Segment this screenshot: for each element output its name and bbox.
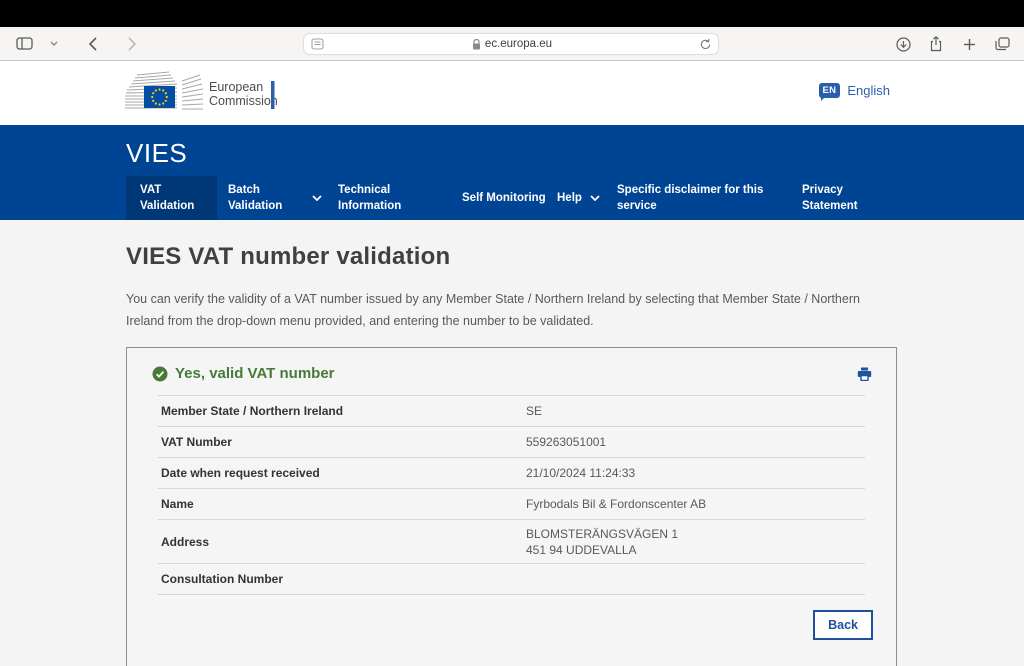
url-text[interactable]: ec.europa.eu bbox=[485, 38, 552, 50]
check-circle-icon bbox=[152, 366, 168, 382]
table-row: Member State / Northern Ireland SE bbox=[158, 396, 865, 427]
printer-icon[interactable] bbox=[857, 367, 872, 381]
table-row: Address BLOMSTERÄNGSVÄGEN 1 451 94 UDDEV… bbox=[158, 520, 865, 564]
sidebar-icon[interactable] bbox=[12, 32, 36, 56]
intro-text: You can verify the validity of a VAT num… bbox=[126, 288, 896, 332]
table-row: Name Fyrbodals Bil & Fordonscenter AB bbox=[158, 489, 865, 520]
nav-technical-information[interactable]: Technical Information bbox=[338, 176, 436, 220]
status-text: Yes, valid VAT number bbox=[175, 365, 335, 382]
lock-icon bbox=[472, 39, 481, 50]
main-nav: VAT Validation Batch Validation Technica… bbox=[126, 176, 1024, 220]
result-table: Member State / Northern Ireland SE VAT N… bbox=[158, 395, 865, 595]
vies-banner: VIES VAT Validation Batch Validation Tec… bbox=[0, 125, 1024, 220]
table-row: Consultation Number bbox=[158, 564, 865, 595]
chevron-down-icon bbox=[590, 190, 600, 206]
language-selector[interactable]: EN English bbox=[819, 83, 890, 98]
validation-status: Yes, valid VAT number bbox=[152, 365, 335, 382]
validation-result-card: Yes, valid VAT number Member State / Nor… bbox=[126, 347, 897, 666]
nav-vat-validation[interactable]: VAT Validation bbox=[126, 176, 217, 220]
page-title: VIES VAT number validation bbox=[126, 220, 898, 271]
tab-overview-icon[interactable] bbox=[990, 32, 1014, 56]
reload-icon[interactable] bbox=[700, 38, 711, 50]
nav-privacy-statement[interactable]: Privacy Statement bbox=[802, 176, 882, 220]
forward-icon[interactable] bbox=[120, 32, 144, 56]
language-badge: EN bbox=[819, 83, 841, 98]
back-icon[interactable] bbox=[80, 32, 104, 56]
logo-text-line2: Commission bbox=[209, 94, 277, 108]
table-row: VAT Number 559263051001 bbox=[158, 427, 865, 458]
back-button[interactable]: Back bbox=[813, 610, 873, 640]
eu-flag-icon bbox=[144, 86, 175, 108]
address-bar[interactable]: ec.europa.eu bbox=[303, 33, 719, 55]
toolbar-chevron-icon[interactable] bbox=[42, 32, 66, 56]
menu-bar bbox=[0, 0, 1024, 27]
browser-toolbar: ec.europa.eu bbox=[0, 27, 1024, 61]
nav-batch-validation[interactable]: Batch Validation bbox=[228, 176, 322, 220]
nav-specific-disclaimer[interactable]: Specific disclaimer for this service bbox=[617, 176, 767, 220]
european-commission-logo[interactable]: European Commission bbox=[125, 67, 277, 122]
logo-text-line1: European bbox=[209, 80, 263, 94]
chevron-down-icon bbox=[312, 190, 322, 206]
page-settings-icon[interactable] bbox=[311, 38, 324, 50]
logo-blue-bar bbox=[271, 81, 275, 109]
site-header: European Commission EN English bbox=[0, 61, 1024, 125]
table-row: Date when request received 21/10/2024 11… bbox=[158, 458, 865, 489]
share-icon[interactable] bbox=[924, 32, 948, 56]
language-label: English bbox=[847, 83, 890, 98]
nav-help[interactable]: Help bbox=[557, 176, 600, 220]
download-icon[interactable] bbox=[891, 32, 915, 56]
vies-title: VIES bbox=[126, 138, 187, 169]
new-tab-icon[interactable] bbox=[957, 32, 981, 56]
nav-self-monitoring[interactable]: Self Monitoring bbox=[462, 176, 547, 220]
